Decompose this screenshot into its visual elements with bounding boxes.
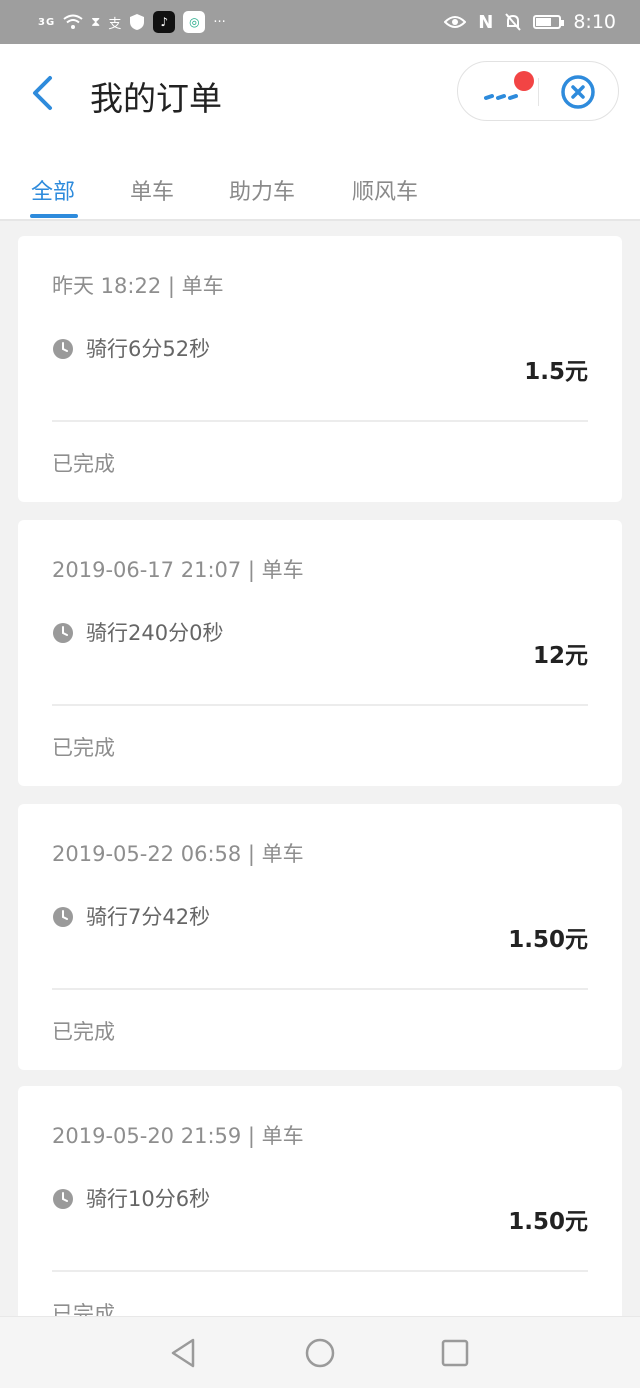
hourglass-icon: ⧗ <box>91 14 101 30</box>
clock-icon <box>53 623 73 643</box>
clock-icon <box>53 339 73 359</box>
status-time: 8:10 <box>573 11 616 33</box>
app-header: 我的订单 全部 单车 助力车 顺风车 <box>0 44 640 220</box>
capsule-divider <box>538 78 539 106</box>
wifi-icon <box>63 14 83 29</box>
order-duration: 骑行10分6秒 <box>86 1187 211 1211</box>
active-tab-indicator <box>30 214 78 218</box>
status-bar-left: 3G ⧗ 支 ♪ ◎ ··· <box>38 0 226 44</box>
back-triangle-icon[interactable] <box>167 1336 201 1370</box>
shield-icon <box>130 14 145 30</box>
tab-ebike[interactable]: 助力车 <box>229 174 295 206</box>
home-circle-icon[interactable] <box>303 1336 337 1370</box>
eye-icon <box>444 16 467 28</box>
status-bar: 3G ⧗ 支 ♪ ◎ ··· N 8:10 <box>0 0 640 44</box>
card-divider <box>52 988 588 990</box>
order-meta: 2019-05-20 21:59 | 单车 <box>52 1124 304 1148</box>
notification-badge <box>514 71 534 91</box>
page-title: 我的订单 <box>90 79 222 118</box>
mini-program-capsule <box>457 61 619 121</box>
close-circle-icon[interactable] <box>557 72 599 112</box>
card-divider <box>52 704 588 706</box>
order-meta: 2019-05-22 06:58 | 单车 <box>52 842 304 866</box>
header-divider <box>0 219 640 221</box>
order-tabs: 全部 单车 助力车 顺风车 <box>0 174 640 220</box>
order-duration: 骑行6分52秒 <box>86 337 211 361</box>
order-price: 12元 <box>532 643 588 669</box>
order-status: 已完成 <box>52 452 115 476</box>
order-price: 1.50元 <box>508 1209 588 1235</box>
order-price: 1.50元 <box>508 927 588 953</box>
signal-icon: 3G <box>38 16 56 28</box>
order-status: 已完成 <box>52 736 115 760</box>
order-price: 1.5元 <box>524 359 588 385</box>
card-divider <box>52 420 588 422</box>
tab-carpool[interactable]: 顺风车 <box>352 174 418 206</box>
order-card[interactable]: 2019-05-22 06:58 | 单车 骑行7分42秒 1.50元 已完成 <box>18 804 622 1070</box>
tab-bike[interactable]: 单车 <box>130 174 174 206</box>
order-card[interactable]: 2019-05-20 21:59 | 单车 骑行10分6秒 1.50元 已完成 <box>18 1086 622 1352</box>
order-card[interactable]: 昨天 18:22 | 单车 骑行6分52秒 1.5元 已完成 <box>18 236 622 502</box>
browser-icon: ◎ <box>183 11 206 33</box>
battery-icon <box>533 15 565 29</box>
order-duration: 骑行240分0秒 <box>86 621 224 645</box>
chevron-left-icon[interactable] <box>26 70 62 116</box>
nfc-icon: N <box>478 11 494 33</box>
order-meta: 昨天 18:22 | 单车 <box>52 274 224 298</box>
alipay-icon: 支 <box>108 16 122 32</box>
order-status: 已完成 <box>52 1020 115 1044</box>
card-divider <box>52 1270 588 1272</box>
order-meta: 2019-06-17 21:07 | 单车 <box>52 558 304 582</box>
tab-all[interactable]: 全部 <box>31 174 75 206</box>
more-dots-icon: ··· <box>213 14 226 30</box>
mute-icon <box>505 13 522 31</box>
clock-icon <box>53 907 73 927</box>
order-card[interactable]: 2019-06-17 21:07 | 单车 骑行240分0秒 12元 已完成 <box>18 520 622 786</box>
recents-square-icon[interactable] <box>438 1336 472 1370</box>
status-bar-right: N 8:10 <box>444 0 616 44</box>
tiktok-icon: ♪ <box>153 11 176 33</box>
clock-icon <box>53 1189 73 1209</box>
order-duration: 骑行7分42秒 <box>86 905 211 929</box>
system-nav-bar <box>0 1316 640 1388</box>
